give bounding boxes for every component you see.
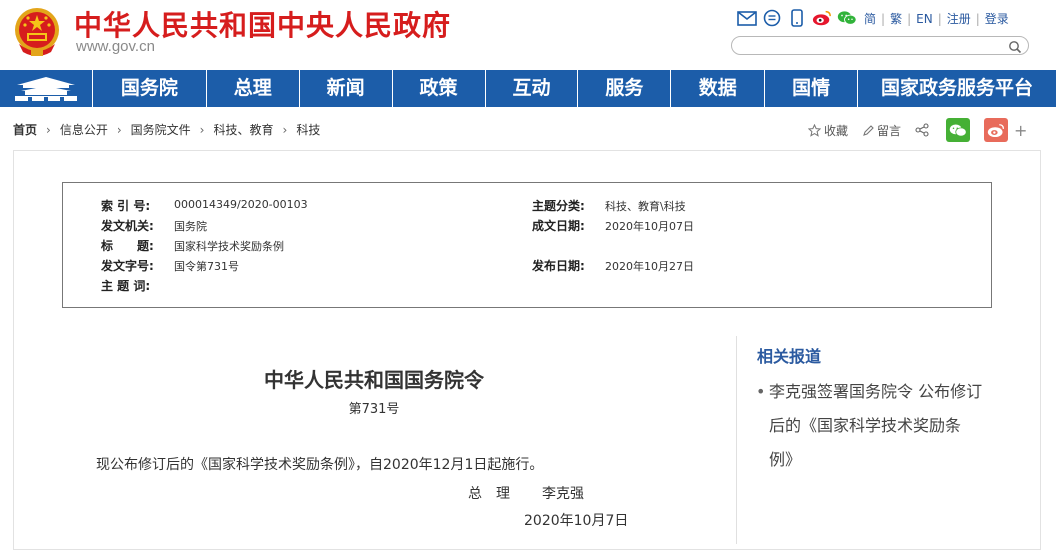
- related-reports-title: 相关报道: [757, 347, 822, 366]
- divider: [736, 336, 737, 544]
- breadcrumb-info-disclosure[interactable]: 信息公开: [60, 123, 108, 137]
- link-register[interactable]: 注册: [947, 12, 971, 26]
- comment-button[interactable]: 留言: [862, 122, 901, 139]
- main-nav: 国务院 总理 新闻 政策 互动 服务 数据 国情 国家政务服务平台: [0, 70, 1056, 107]
- share-button[interactable]: [915, 123, 932, 137]
- breadcrumb: 首页 › 信息公开 › 国务院文件 › 科技、教育 › 科技: [13, 121, 320, 138]
- mail-icon[interactable]: [737, 9, 757, 27]
- share-icon: [915, 123, 929, 137]
- favorite-label: 收藏: [824, 123, 849, 138]
- star-icon: [808, 123, 821, 137]
- breadcrumb-technology[interactable]: 科技: [296, 123, 320, 137]
- list-item[interactable]: • 李克强签署国务院令 公布修订 后的《国家科学技术奖励条 例》: [756, 375, 996, 477]
- mobile-icon[interactable]: [787, 9, 807, 27]
- meta-published-date: 2020年10月27日: [605, 260, 694, 273]
- meta-issuer: 国务院: [174, 220, 207, 233]
- related-reports-list: • 李克强签署国务院令 公布修订 后的《国家科学技术奖励条 例》: [756, 375, 996, 477]
- nav-item-national-info[interactable]: 国情: [765, 70, 859, 107]
- breadcrumb-home[interactable]: 首页: [13, 123, 37, 137]
- pencil-icon: [863, 124, 874, 136]
- document-body: 现公布修订后的《国家科学技术奖励条例》，自2020年12月1日起施行。: [96, 457, 544, 473]
- meta-topic: 科技、教育\科技: [605, 200, 686, 213]
- meta-label: 标 题:: [101, 239, 154, 253]
- comment-label: 留言: [877, 123, 902, 138]
- breadcrumb-state-council-docs[interactable]: 国务院文件: [131, 123, 191, 137]
- document-date: 2020年10月7日: [524, 513, 629, 529]
- nav-item-state-council[interactable]: 国务院: [93, 70, 207, 107]
- wechat-icon[interactable]: [837, 9, 857, 27]
- favorite-button[interactable]: 收藏: [808, 122, 848, 139]
- link-separator: |: [975, 12, 980, 26]
- link-separator: |: [907, 12, 912, 26]
- chevron-right-icon: ›: [116, 123, 122, 137]
- link-login[interactable]: 登录: [985, 12, 1009, 26]
- weibo-share-icon[interactable]: [984, 118, 1009, 142]
- document-title: 中华人民共和国国务院令: [264, 368, 484, 392]
- weibo-icon[interactable]: [812, 9, 832, 27]
- national-emblem-icon[interactable]: [13, 6, 61, 60]
- meta-label: 发文机关:: [101, 219, 154, 233]
- related-link-line[interactable]: 后的《国家科学技术奖励条: [756, 409, 996, 443]
- meta-label: 主 题 词:: [101, 279, 151, 293]
- meta-label: 索 引 号:: [101, 199, 151, 213]
- search-input[interactable]: [740, 39, 1010, 57]
- signature-role: 总 理: [468, 486, 510, 502]
- chevron-right-icon: ›: [46, 123, 51, 137]
- meta-row: 主 题 词:: [63, 277, 991, 293]
- chevron-right-icon: ›: [282, 123, 288, 137]
- nav-home[interactable]: [0, 70, 93, 107]
- meta-index-no: 000014349/2020-00103: [174, 198, 308, 211]
- meta-label: 成文日期:: [532, 219, 585, 233]
- signature-name: 李克强: [542, 486, 584, 502]
- meta-row: 发文字号: 国令第731号 发布日期: 2020年10月27日: [63, 257, 991, 273]
- nav-item-policy[interactable]: 政策: [393, 70, 486, 107]
- meta-title: 国家科学技术奖励条例: [174, 240, 284, 253]
- meta-label: 主题分类:: [532, 199, 585, 213]
- nav-item-interaction[interactable]: 互动: [486, 70, 579, 107]
- wechat-share-icon[interactable]: [946, 118, 971, 142]
- site-url[interactable]: www.gov.cn: [76, 38, 155, 55]
- search-icon[interactable]: [1008, 39, 1022, 54]
- breadcrumb-sci-edu[interactable]: 科技、教育: [213, 123, 273, 137]
- nav-item-gov-services-platform[interactable]: 国家政务服务平台: [858, 70, 1056, 107]
- share-toolbar: 收藏 留言 +: [808, 118, 1027, 142]
- nav-item-data[interactable]: 数据: [671, 70, 766, 107]
- chevron-right-icon: ›: [199, 123, 205, 137]
- meta-row: 标 题: 国家科学技术奖励条例: [63, 237, 991, 253]
- site-header: 中华人民共和国中央人民政府 www.gov.cn 简 | 繁 | EN | 注册 | 登录: [0, 0, 1056, 70]
- link-traditional[interactable]: 繁: [890, 12, 902, 26]
- document-number: 第731号: [348, 402, 400, 417]
- link-english[interactable]: EN: [916, 12, 933, 26]
- document-metadata-table: 索 引 号: 000014349/2020-00103 主题分类: 科技、教育\…: [62, 182, 992, 308]
- meta-row: 索 引 号: 000014349/2020-00103 主题分类: 科技、教育\…: [63, 197, 991, 213]
- nav-item-news[interactable]: 新闻: [300, 70, 393, 107]
- message-icon[interactable]: [762, 9, 782, 27]
- document-signature: 总 理 李克强: [468, 483, 584, 503]
- nav-item-premier[interactable]: 总理: [207, 70, 300, 107]
- tiananmen-icon: [14, 76, 77, 101]
- meta-doc-no: 国令第731号: [174, 260, 239, 273]
- link-separator: |: [937, 12, 942, 26]
- bullet-icon: •: [756, 382, 766, 401]
- related-link-line[interactable]: 例》: [756, 443, 996, 477]
- nav-item-services[interactable]: 服务: [578, 70, 672, 107]
- header-links: 简 | 繁 | EN | 注册 | 登录: [864, 10, 1009, 27]
- meta-row: 发文机关: 国务院 成文日期: 2020年10月07日: [63, 217, 991, 233]
- meta-created-date: 2020年10月07日: [605, 220, 694, 233]
- meta-label: 发布日期:: [532, 259, 585, 273]
- related-link-line[interactable]: 李克强签署国务院令 公布修订: [756, 375, 996, 409]
- more-share-button[interactable]: +: [1014, 121, 1027, 140]
- header-tools: [737, 8, 862, 28]
- link-separator: |: [881, 12, 886, 26]
- meta-label: 发文字号:: [101, 259, 154, 273]
- link-simplified[interactable]: 简: [864, 12, 876, 26]
- search-box: [731, 36, 1029, 57]
